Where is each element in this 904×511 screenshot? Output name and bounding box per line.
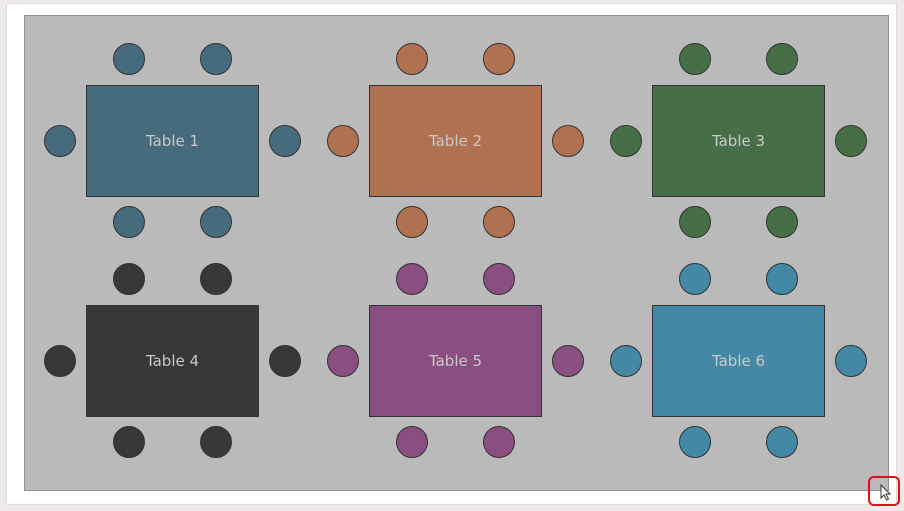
table-label: Table 3 bbox=[711, 132, 766, 150]
mouse-cursor-icon bbox=[880, 484, 892, 501]
chair[interactable] bbox=[396, 206, 428, 238]
table-label: Table 1 bbox=[145, 132, 200, 150]
table-label: Table 4 bbox=[145, 352, 200, 370]
chair[interactable] bbox=[200, 43, 232, 75]
chair[interactable] bbox=[483, 263, 515, 295]
chair[interactable] bbox=[44, 125, 76, 157]
table-6[interactable]: Table 6 bbox=[652, 305, 825, 417]
chair[interactable] bbox=[327, 345, 359, 377]
chair[interactable] bbox=[552, 125, 584, 157]
slide: Table 1 Table 2 Table 3 Table 4 Table 5 Table… bbox=[6, 3, 897, 505]
chair[interactable] bbox=[766, 43, 798, 75]
chair[interactable] bbox=[483, 426, 515, 458]
chair[interactable] bbox=[766, 426, 798, 458]
chair[interactable] bbox=[610, 345, 642, 377]
chair[interactable] bbox=[679, 263, 711, 295]
chair[interactable] bbox=[269, 345, 301, 377]
chair[interactable] bbox=[200, 206, 232, 238]
seating-canvas[interactable]: Table 1 Table 2 Table 3 Table 4 Table 5 Table… bbox=[24, 15, 889, 491]
chair[interactable] bbox=[396, 426, 428, 458]
table-3[interactable]: Table 3 bbox=[652, 85, 825, 197]
chair[interactable] bbox=[200, 263, 232, 295]
chair[interactable] bbox=[113, 426, 145, 458]
chair[interactable] bbox=[835, 345, 867, 377]
table-1[interactable]: Table 1 bbox=[86, 85, 259, 197]
table-label: Table 5 bbox=[428, 352, 483, 370]
chair[interactable] bbox=[327, 125, 359, 157]
chair[interactable] bbox=[200, 426, 232, 458]
chair[interactable] bbox=[113, 206, 145, 238]
table-label: Table 6 bbox=[711, 352, 766, 370]
chair[interactable] bbox=[483, 43, 515, 75]
table-2[interactable]: Table 2 bbox=[369, 85, 542, 197]
chair[interactable] bbox=[269, 125, 301, 157]
chair[interactable] bbox=[766, 263, 798, 295]
table-label: Table 2 bbox=[428, 132, 483, 150]
chair[interactable] bbox=[552, 345, 584, 377]
chair[interactable] bbox=[835, 125, 867, 157]
chair[interactable] bbox=[483, 206, 515, 238]
chair[interactable] bbox=[113, 263, 145, 295]
table-5[interactable]: Table 5 bbox=[369, 305, 542, 417]
table-4[interactable]: Table 4 bbox=[86, 305, 259, 417]
chair[interactable] bbox=[679, 43, 711, 75]
chair[interactable] bbox=[396, 263, 428, 295]
chair[interactable] bbox=[679, 426, 711, 458]
chair[interactable] bbox=[610, 125, 642, 157]
chair[interactable] bbox=[113, 43, 145, 75]
chair[interactable] bbox=[44, 345, 76, 377]
chair[interactable] bbox=[679, 206, 711, 238]
chair[interactable] bbox=[766, 206, 798, 238]
chair[interactable] bbox=[396, 43, 428, 75]
